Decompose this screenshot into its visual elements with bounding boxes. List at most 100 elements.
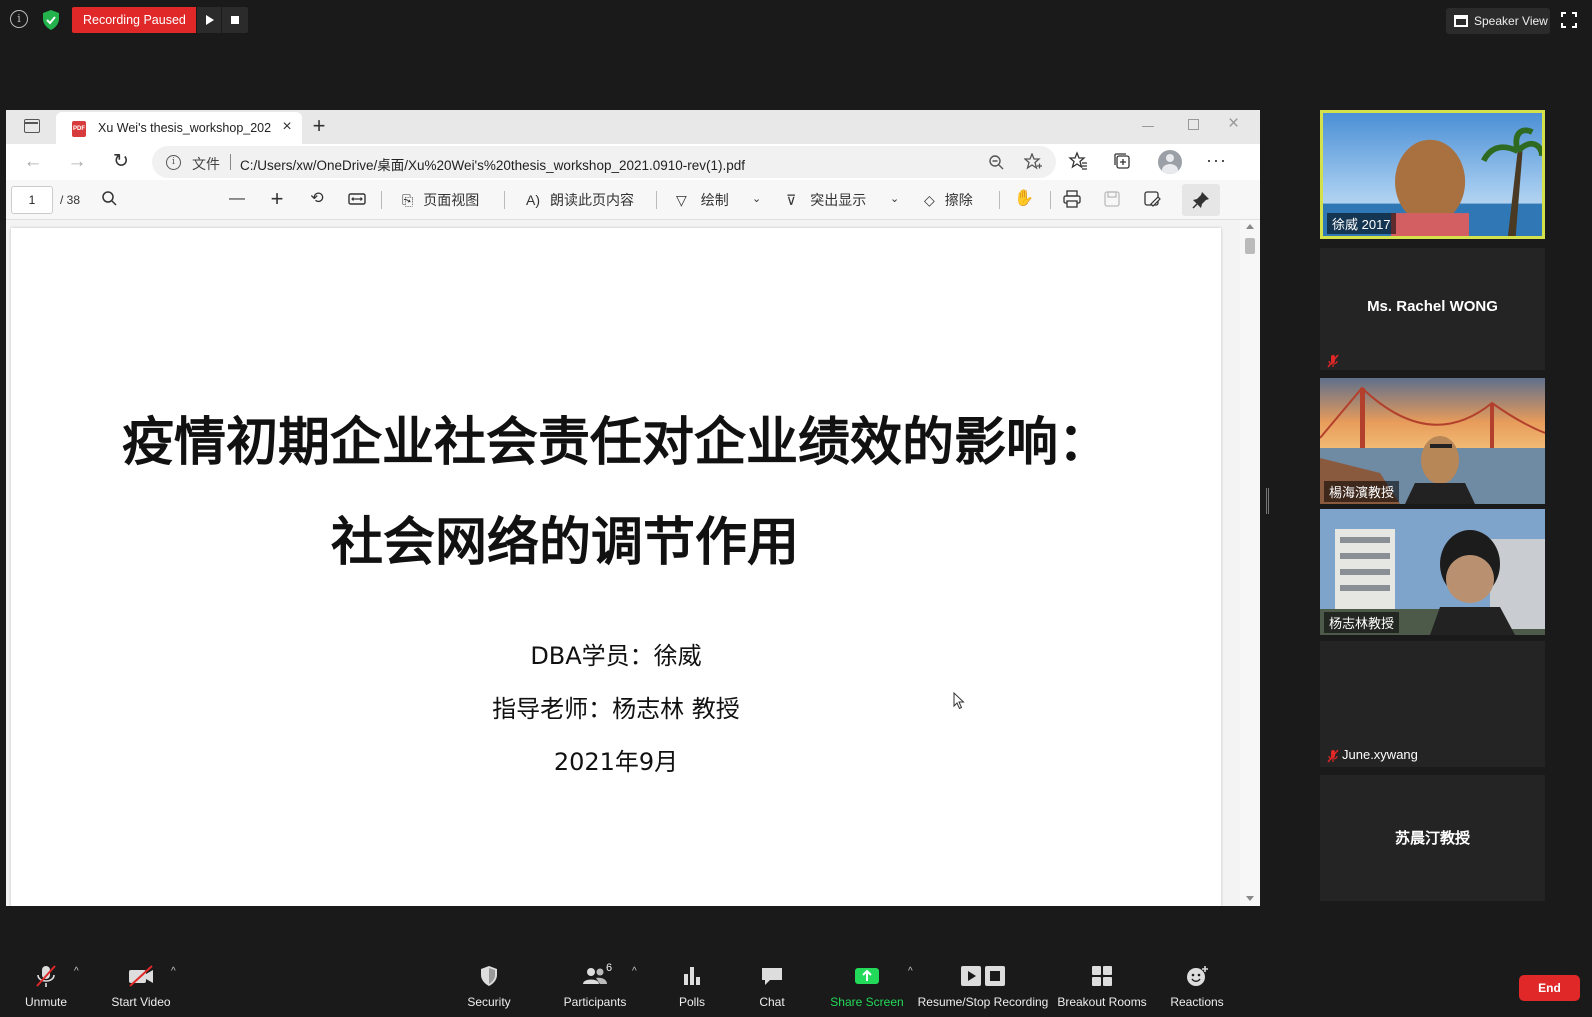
highlight-options-chevron-icon[interactable]: ⌄ <box>890 192 899 205</box>
tab-close-icon[interactable]: × <box>280 119 294 135</box>
window-close-icon[interactable]: × <box>1228 113 1239 135</box>
encryption-shield-icon[interactable] <box>41 9 61 31</box>
share-screen-label: Share Screen <box>830 995 904 1009</box>
breakout-rooms-button[interactable]: Breakout Rooms <box>1056 964 1148 1009</box>
scroll-up-icon[interactable] <box>1246 224 1254 229</box>
mic-muted-icon <box>1327 354 1339 368</box>
fullscreen-icon[interactable] <box>1561 12 1577 28</box>
profile-avatar-icon[interactable] <box>1158 150 1182 174</box>
read-aloud-label: 朗读此页内容 <box>550 192 634 208</box>
draw-label: 绘制 <box>700 192 729 208</box>
fit-to-width-icon[interactable] <box>347 189 367 209</box>
address-bar[interactable]: i 文件 C:/Users/xw/OneDrive/桌面/Xu%20Wei's%… <box>152 146 1056 178</box>
end-meeting-button[interactable]: End <box>1519 975 1580 1001</box>
speaker-view-label: Speaker View <box>1474 14 1548 28</box>
participant-tile[interactable]: 杨志林教授 <box>1320 509 1545 635</box>
browser-nav-bar: ← → ↻ i 文件 C:/Users/xw/OneDrive/桌面/Xu%20… <box>6 144 1260 180</box>
page-number-input[interactable]: 1 <box>11 186 53 214</box>
zoom-out-icon[interactable]: — <box>227 189 247 209</box>
page-view-button[interactable]: ⎘ 页面视图 <box>402 190 479 210</box>
video-options-chevron-icon[interactable]: ^ <box>171 966 176 977</box>
address-separator <box>230 154 231 170</box>
participant-tile[interactable]: Ms. Rachel WONG <box>1320 248 1545 370</box>
toolbar-separator <box>381 191 382 209</box>
participants-button[interactable]: 6 Participants <box>558 962 632 1009</box>
security-button[interactable]: Security <box>462 964 516 1009</box>
breakout-rooms-icon <box>1092 966 1112 986</box>
new-tab-icon[interactable]: + <box>308 115 330 137</box>
chat-button[interactable]: Chat <box>754 964 790 1009</box>
address-url[interactable]: C:/Users/xw/OneDrive/桌面/Xu%20Wei's%20the… <box>240 154 745 174</box>
back-icon[interactable]: ← <box>22 151 44 173</box>
scroll-thumb[interactable] <box>1245 238 1255 254</box>
meeting-info-icon[interactable]: i <box>10 10 28 28</box>
toolbar-separator <box>999 191 1000 209</box>
participant-tile[interactable]: 徐威 2017 <box>1320 110 1545 239</box>
meeting-controls-bar: Unmute ^ Start Video ^ Security 6 Partic… <box>0 962 1592 1017</box>
save-icon[interactable] <box>1102 189 1122 209</box>
more-options-icon[interactable]: ··· <box>1206 150 1227 171</box>
audio-options-chevron-icon[interactable]: ^ <box>74 966 79 977</box>
participants-label: Participants <box>563 995 627 1009</box>
participant-name: 苏晨汀教授 <box>1394 830 1470 847</box>
zoom-out-indicator-icon[interactable] <box>988 154 1004 170</box>
resume-stop-recording-button[interactable]: Resume/Stop Recording <box>917 964 1049 1009</box>
pin-toolbar-button[interactable] <box>1182 184 1220 216</box>
reactions-button[interactable]: Reactions <box>1168 964 1226 1009</box>
page-view-icon: ⎘ <box>402 192 414 208</box>
pdf-toolbar: 1 / 38 — + ⟲ ⎘ 页面视图 A) 朗读此页内容 ▽ 绘制 ⌄ ⊽ 突出显示 … <box>6 180 1260 220</box>
highlight-label: 突出显示 <box>810 192 867 208</box>
tab-actions-icon[interactable] <box>24 119 40 133</box>
highlight-button[interactable]: ⊽ 突出显示 <box>786 190 866 210</box>
speaker-view-button[interactable]: Speaker View <box>1446 8 1550 34</box>
chat-icon <box>762 968 782 985</box>
window-maximize-icon[interactable] <box>1188 119 1199 130</box>
window-minimize-icon[interactable] <box>1142 126 1154 127</box>
refresh-icon[interactable]: ↻ <box>110 151 132 173</box>
erase-button[interactable]: ◇ 擦除 <box>924 190 973 210</box>
participant-tile[interactable]: 楊海濱教授 <box>1320 378 1545 504</box>
forward-icon[interactable]: → <box>66 151 88 173</box>
add-favorite-icon[interactable] <box>1024 153 1042 171</box>
stop-recording-button[interactable] <box>222 7 248 33</box>
panel-resize-handle[interactable] <box>1266 488 1269 514</box>
browser-tab[interactable]: PDF Xu Wei's thesis_workshop_2021.0910-r… <box>56 112 302 144</box>
collections-icon[interactable] <box>1112 151 1132 171</box>
draw-options-chevron-icon[interactable]: ⌄ <box>752 192 761 205</box>
highlight-icon: ⊽ <box>786 192 797 208</box>
save-as-icon[interactable] <box>1142 189 1162 209</box>
recording-controls-icon <box>961 966 1005 986</box>
participant-tile[interactable]: June.xywang <box>1320 641 1545 767</box>
document-advisor: 指导老师：杨志林 教授 <box>492 695 740 723</box>
start-video-button[interactable]: Start Video <box>108 964 174 1009</box>
zoom-in-icon[interactable]: + <box>267 188 287 210</box>
polls-icon <box>684 967 700 985</box>
share-options-chevron-icon[interactable]: ^ <box>908 966 913 977</box>
scroll-down-icon[interactable] <box>1246 896 1254 901</box>
document-scrollbar[interactable] <box>1240 220 1260 906</box>
draw-button[interactable]: ▽ 绘制 <box>676 190 729 210</box>
participant-tile[interactable]: 苏晨汀教授 <box>1320 775 1545 901</box>
touch-writing-icon[interactable]: ✋ <box>1014 189 1034 209</box>
document-title-line2: 社会网络的调节作用 <box>331 512 800 573</box>
participants-icon <box>583 968 607 984</box>
unmute-button[interactable]: Unmute <box>22 964 70 1009</box>
participants-count: 6 <box>606 962 613 974</box>
polls-button[interactable]: Polls <box>674 964 710 1009</box>
print-icon[interactable] <box>1062 189 1082 209</box>
page-total: / 38 <box>60 193 81 207</box>
favorites-icon[interactable] <box>1068 151 1088 171</box>
reactions-label: Reactions <box>1170 995 1224 1009</box>
rotate-icon[interactable]: ⟲ <box>307 189 327 209</box>
eraser-icon: ◇ <box>924 192 935 208</box>
share-screen-button[interactable]: Share Screen <box>830 964 904 1009</box>
document-title-line1: 疫情初期企业社会责任对企业绩效的影响： <box>121 412 1110 473</box>
search-icon[interactable] <box>100 189 120 209</box>
participants-options-chevron-icon[interactable]: ^ <box>632 966 637 977</box>
mic-muted-icon <box>1327 749 1339 763</box>
browser-tab-strip: PDF Xu Wei's thesis_workshop_2021.0910-r… <box>6 110 1260 144</box>
site-info-icon[interactable]: i <box>166 155 181 170</box>
read-aloud-button[interactable]: A) 朗读此页内容 <box>526 190 634 210</box>
draw-icon: ▽ <box>676 192 687 208</box>
resume-recording-button[interactable] <box>197 7 221 33</box>
